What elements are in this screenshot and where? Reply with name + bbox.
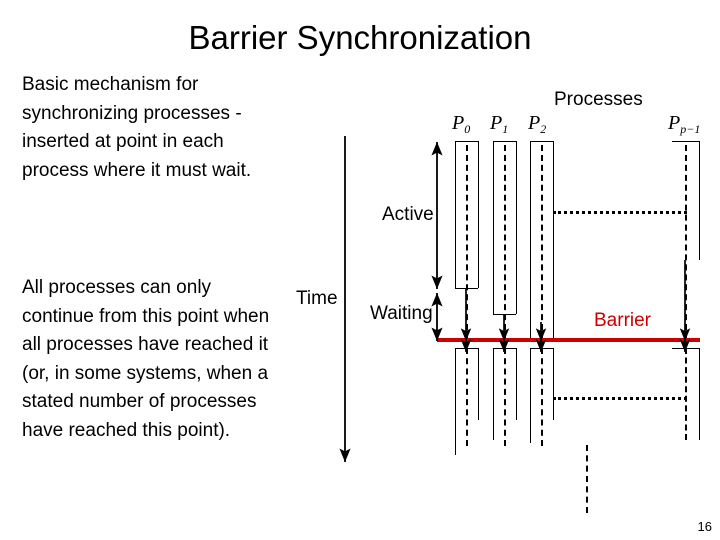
process-p2-lower-box-left	[530, 348, 531, 443]
barrier-line	[437, 338, 700, 342]
diagram-processes-header: Processes	[554, 89, 643, 110]
process-p1-lower-box-left	[493, 348, 494, 440]
upper-ellipsis-dotted-line	[553, 211, 687, 214]
process-p0-lower-box-left	[455, 348, 456, 455]
process-p0-box-left	[455, 141, 456, 288]
process-p2-box-left	[530, 141, 531, 338]
process-label-p1-base: P	[490, 112, 503, 134]
bottom-ellipsis-dashed-line	[586, 445, 588, 513]
process-label-p0-base: P	[452, 112, 465, 134]
process-label-p0: P0	[452, 112, 470, 136]
process-label-pp-1-base: P	[668, 112, 681, 134]
process-p1-box-top	[493, 141, 516, 142]
lower-ellipsis-dotted-line	[553, 397, 687, 400]
process-pp-1-box-top	[672, 141, 699, 142]
waiting-label: Waiting	[370, 303, 433, 324]
process-p2-box-top	[530, 141, 553, 142]
process-pp-1-box-right	[699, 141, 700, 260]
process-p1-center-dashed	[504, 145, 506, 340]
barrier-diagram: Processes P0 P1 P2 Pp−1 Time Active Wait…	[0, 0, 720, 540]
process-label-pp-1-sub: p−1	[680, 122, 701, 136]
process-p2-lower-box-right	[553, 348, 554, 420]
process-pp-1-center-dashed	[685, 145, 687, 340]
process-p0-box-top	[455, 141, 478, 142]
process-p2-lower-center-dashed	[541, 348, 543, 446]
process-p1-box-left	[493, 141, 494, 314]
process-p2-box-right	[553, 141, 554, 338]
process-label-p2-sub: 2	[540, 122, 547, 136]
page-number: 16	[697, 519, 712, 534]
process-label-p2-base: P	[528, 112, 541, 134]
process-p0-lower-center-dashed	[466, 348, 468, 446]
time-axis-label: Time	[296, 288, 338, 309]
process-p1-box-right	[516, 141, 517, 314]
process-p2-center-dashed	[541, 145, 543, 340]
diagram-arrows-layer	[339, 136, 691, 463]
process-label-p2: P2	[528, 112, 546, 136]
process-p1-lower-center-dashed	[504, 348, 506, 446]
process-pp-1-lower-center-dashed	[685, 348, 687, 440]
process-label-p1: P1	[490, 112, 508, 136]
process-p0-box-right	[478, 141, 479, 288]
process-p0-center-dashed	[466, 145, 468, 340]
process-label-p1-sub: 1	[502, 122, 509, 136]
process-label-pp-1: Pp−1	[668, 112, 700, 136]
active-label: Active	[382, 204, 434, 225]
slide: Barrier Synchronization Basic mechanism …	[0, 0, 720, 540]
process-pp-1-lower-box-right	[699, 348, 700, 440]
process-label-p0-sub: 0	[464, 122, 471, 136]
process-p1-lower-box-right	[516, 348, 517, 420]
barrier-label: Barrier	[594, 310, 652, 331]
process-p0-lower-box-right	[478, 348, 479, 420]
